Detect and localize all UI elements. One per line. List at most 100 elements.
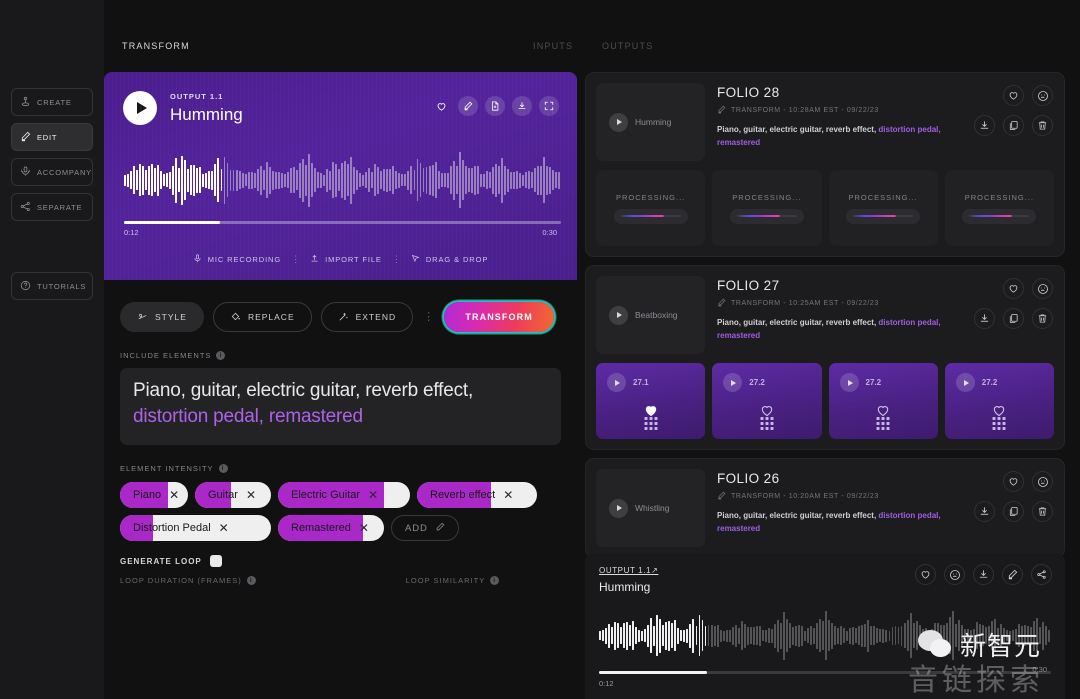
tab-outputs[interactable]: OUTPUTS [602, 41, 653, 51]
style-button[interactable]: STYLE [120, 302, 204, 332]
copy-icon[interactable] [1003, 115, 1024, 136]
play-icon [617, 119, 622, 125]
close-icon[interactable]: ✕ [238, 489, 267, 501]
download-icon[interactable] [974, 501, 995, 522]
tab-inputs[interactable]: INPUTS [533, 41, 573, 51]
folio-thumbnail[interactable]: Humming [596, 83, 705, 161]
play-button[interactable] [123, 91, 157, 125]
actions-overflow-button[interactable]: ⋮ [422, 313, 435, 321]
download-icon[interactable] [974, 308, 995, 329]
play-button[interactable] [723, 373, 742, 392]
info-icon[interactable]: i [490, 576, 499, 585]
include-elements-input[interactable]: Piano, guitar, electric guitar, reverb e… [120, 368, 561, 445]
add-element-button[interactable]: ADD [391, 515, 459, 541]
result-tile[interactable]: 27.2 [945, 363, 1054, 439]
heart-icon[interactable] [915, 564, 936, 585]
frown-icon[interactable] [1032, 85, 1053, 106]
import-file-option[interactable]: IMPORT FILE [310, 254, 382, 265]
waveform-bar [546, 166, 548, 195]
sidebar-item-create[interactable]: CREATE [11, 88, 93, 116]
sidebar-item-accompany[interactable]: ACCOMPANY [11, 158, 93, 186]
grid-icon[interactable] [877, 417, 890, 430]
trash-icon[interactable] [1032, 501, 1053, 522]
info-icon[interactable]: i [247, 576, 256, 585]
folio-bottom-actions [974, 501, 1053, 522]
intensity-chip[interactable]: Electric Guitar✕ [278, 482, 410, 508]
result-tile[interactable]: 27.1 [596, 363, 705, 439]
info-icon[interactable]: i [219, 464, 228, 473]
download-icon[interactable] [973, 564, 994, 585]
play-button[interactable] [609, 113, 628, 132]
result-tile[interactable]: 27.2 [829, 363, 938, 439]
copy-icon[interactable] [1003, 308, 1024, 329]
heart-icon[interactable] [431, 96, 451, 116]
play-button[interactable] [607, 373, 626, 392]
intensity-chip[interactable]: Guitar✕ [195, 482, 271, 508]
processing-tile[interactable]: PROCESSING... [945, 170, 1054, 246]
frown-icon[interactable] [944, 564, 965, 585]
download-icon[interactable] [974, 115, 995, 136]
heart-icon[interactable] [1003, 471, 1024, 492]
waveform-bar [813, 628, 815, 644]
intensity-chip[interactable]: Distortion Pedal✕ [120, 515, 271, 541]
edit-icon[interactable] [1002, 564, 1023, 585]
close-icon[interactable]: ✕ [161, 489, 188, 501]
heart-icon[interactable] [1003, 85, 1024, 106]
edit-icon[interactable] [458, 96, 478, 116]
play-button[interactable] [956, 373, 975, 392]
grid-icon[interactable] [993, 417, 1006, 430]
close-icon[interactable]: ✕ [495, 489, 524, 501]
grid-icon[interactable] [644, 417, 657, 430]
waveform-bar [732, 627, 734, 645]
play-button[interactable] [840, 373, 859, 392]
intensity-chip[interactable]: Reverb effect✕ [417, 482, 537, 508]
close-icon[interactable]: ✕ [351, 522, 380, 534]
share-icon[interactable] [1031, 564, 1052, 585]
bottom-waveform[interactable] [599, 608, 1051, 663]
waveform-bar [822, 621, 824, 650]
replace-button[interactable]: REPLACE [213, 302, 312, 332]
source-label: IMPORT FILE [325, 255, 382, 264]
copy-icon[interactable] [1003, 501, 1024, 522]
tab-transform[interactable]: TRANSFORM [122, 41, 190, 51]
frown-icon[interactable] [1032, 278, 1053, 299]
grid-icon[interactable] [760, 417, 773, 430]
heart-icon[interactable] [1003, 278, 1024, 299]
upload-icon [310, 254, 319, 265]
play-button[interactable] [609, 306, 628, 325]
mic-recording-option[interactable]: MIC RECORDING [193, 254, 281, 265]
intensity-chip[interactable]: Remastered✕ [278, 515, 384, 541]
frown-icon[interactable] [1032, 471, 1053, 492]
waveform[interactable] [124, 148, 561, 212]
processing-tile[interactable]: PROCESSING... [596, 170, 705, 246]
result-tile[interactable]: 27.2 [712, 363, 821, 439]
processing-tile[interactable]: PROCESSING... [829, 170, 938, 246]
trash-icon[interactable] [1032, 308, 1053, 329]
trash-icon[interactable] [1032, 115, 1053, 136]
sidebar-item-tutorials[interactable]: TUTORIALS [11, 272, 93, 300]
expand-icon[interactable] [539, 96, 559, 116]
folio-thumbnail[interactable]: Whistling [596, 469, 705, 547]
file-add-icon[interactable] [485, 96, 505, 116]
waveform-bar [783, 612, 785, 660]
extend-button[interactable]: EXTEND [321, 302, 413, 332]
bottom-output-link[interactable]: OUTPUT 1.1↗ [599, 566, 658, 575]
sidebar-item-separate[interactable]: SEPARATE [11, 193, 93, 221]
close-icon[interactable]: ✕ [211, 522, 240, 534]
processing-tile[interactable]: PROCESSING... [712, 170, 821, 246]
drag-drop-option[interactable]: DRAG & DROP [411, 254, 488, 265]
close-icon[interactable]: ✕ [360, 489, 389, 501]
transform-button[interactable]: TRANSFORM [444, 302, 554, 332]
play-button[interactable] [609, 499, 628, 518]
waveform-bar [982, 625, 984, 646]
intensity-chip[interactable]: Piano✕ [120, 482, 188, 508]
player-progress-track[interactable] [124, 221, 561, 224]
folio-thumbnail[interactable]: Beatboxing [596, 276, 705, 354]
waveform-bar [925, 628, 927, 644]
waveform-bar [407, 171, 409, 190]
sidebar-item-edit[interactable]: EDIT [11, 123, 93, 151]
info-icon[interactable]: i [216, 351, 225, 360]
bottom-progress-track[interactable] [599, 671, 1051, 674]
generate-loop-toggle[interactable] [210, 555, 222, 567]
download-icon[interactable] [512, 96, 532, 116]
